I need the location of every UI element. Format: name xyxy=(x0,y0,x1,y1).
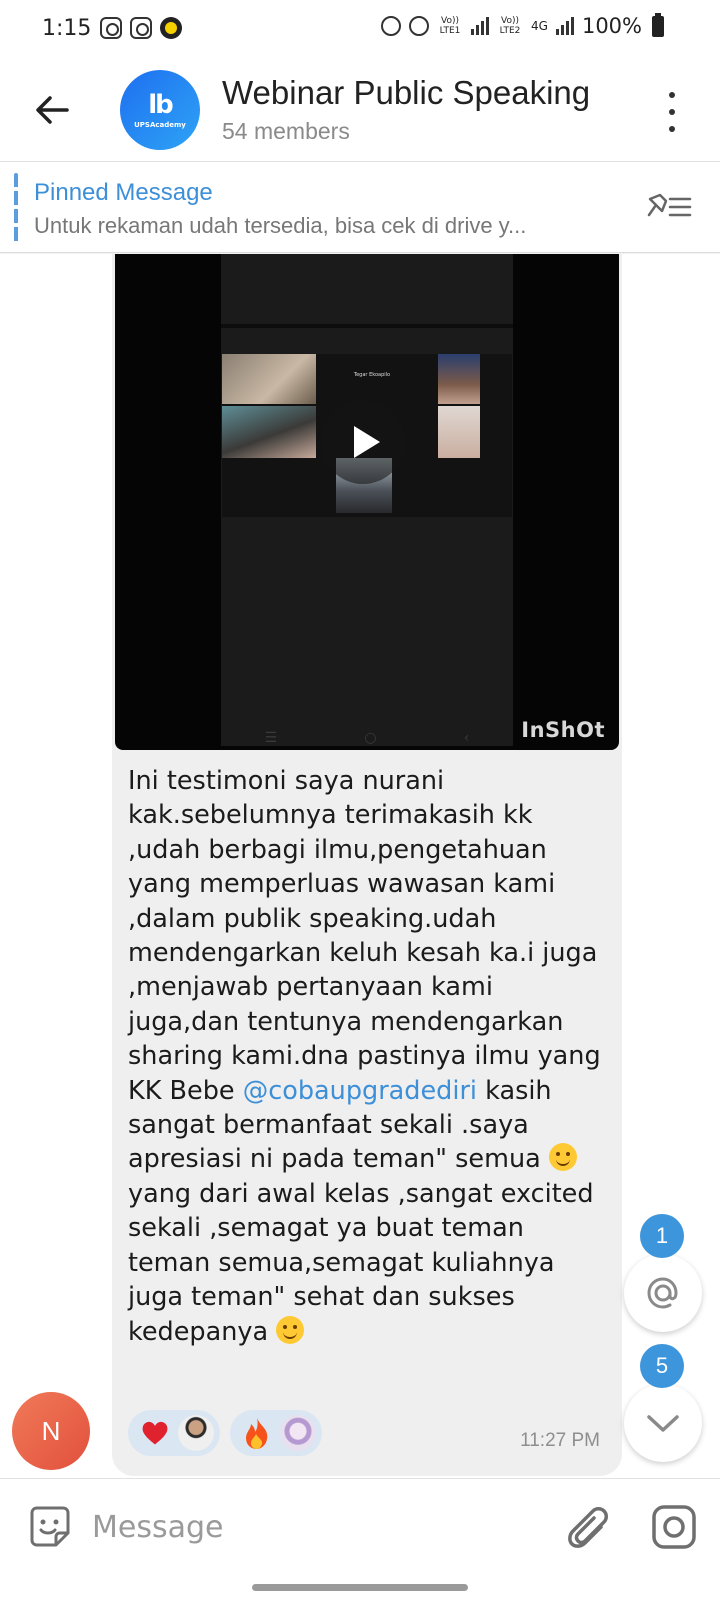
menu-icon: ☰ xyxy=(264,730,278,746)
mentions-button[interactable] xyxy=(624,1254,702,1332)
participant-tile xyxy=(222,406,316,458)
more-options-button[interactable] xyxy=(662,92,682,132)
message-composer xyxy=(0,1478,720,1578)
reactor-avatar xyxy=(280,1415,316,1451)
back-button[interactable] xyxy=(30,88,74,132)
message-text-part1: Ini testimoni saya nurani kak.sebelumnya… xyxy=(128,766,601,1106)
group-title[interactable]: Webinar Public Speaking xyxy=(222,74,590,112)
network-type-label: 4G xyxy=(531,19,548,33)
arrow-left-icon xyxy=(36,96,69,124)
app-notification-icon xyxy=(160,17,182,39)
heart-icon xyxy=(142,1421,168,1445)
message-input[interactable] xyxy=(92,1501,532,1553)
pinned-title: Pinned Message xyxy=(34,179,213,206)
group-avatar-brand: UPSAcademy xyxy=(134,121,186,129)
reactions-row xyxy=(128,1410,322,1456)
home-icon: ○ xyxy=(364,730,377,746)
back-nav-icon: ‹ xyxy=(463,730,470,746)
pinned-text: Untuk rekaman udah tersedia, bisa cek di… xyxy=(34,213,527,238)
paperclip-icon[interactable] xyxy=(562,1501,612,1553)
smiling-face-emoji-icon xyxy=(276,1315,305,1344)
smiling-face-emoji-icon xyxy=(548,1143,577,1172)
sim1-label: Vo)) LTE1 xyxy=(439,16,461,36)
home-indicator[interactable] xyxy=(252,1584,468,1591)
signal-2-icon xyxy=(555,17,574,35)
at-sign-icon xyxy=(647,1277,678,1309)
telegram-chat-screen: 1:15 Vo)) LTE1 Vo)) LTE2 4G 100% lb UPSA… xyxy=(0,0,720,1600)
sticker-icon[interactable] xyxy=(26,1503,74,1551)
pinned-message-bar[interactable]: Pinned Message Untuk rekaman udah tersed… xyxy=(0,163,720,253)
notification-icons xyxy=(100,17,182,39)
fire-icon xyxy=(246,1418,268,1449)
reactor-avatar xyxy=(178,1415,214,1451)
message-text-part3: yang dari awal kelas ,sangat excited sek… xyxy=(128,1178,594,1347)
video-nav-glyphs: ☰ ○ ‹ xyxy=(221,730,513,746)
sender-avatar[interactable]: N xyxy=(12,1392,90,1470)
reaction-fire[interactable] xyxy=(230,1410,322,1456)
chat-header: lb UPSAcademy Webinar Public Speaking 54… xyxy=(0,60,720,162)
group-logo: lb xyxy=(148,90,173,120)
mention-link[interactable]: @cobaupgradediri xyxy=(243,1076,477,1106)
participant-tile xyxy=(222,354,316,404)
alarm-icon xyxy=(409,16,430,36)
battery-percent: 100% xyxy=(581,14,642,38)
chevron-down-icon xyxy=(647,1415,679,1432)
camera-icon[interactable] xyxy=(650,1503,698,1551)
dot xyxy=(669,109,675,115)
data-saver-icon xyxy=(381,16,402,36)
pinned-list-icon[interactable] xyxy=(646,191,694,223)
unread-count-badge: 5 xyxy=(640,1344,684,1388)
message-time: 11:27 PM xyxy=(520,1430,600,1451)
participant-tile xyxy=(438,354,480,404)
video-watermark: InShOt xyxy=(521,718,605,742)
dot xyxy=(669,126,675,132)
chat-area[interactable]: Tegar Ekoapilo ☰ ○ ‹ InShOt Ini testimoni … xyxy=(0,254,720,1478)
video-thumbnail[interactable]: Tegar Ekoapilo ☰ ○ ‹ InShOt xyxy=(115,254,619,750)
reaction-heart[interactable] xyxy=(128,1410,220,1456)
member-count: 54 members xyxy=(222,118,350,144)
system-nav-bar xyxy=(0,1578,720,1600)
scroll-down-button[interactable] xyxy=(624,1384,702,1462)
dot xyxy=(669,92,675,98)
participant-label: Tegar Ekoapilo xyxy=(353,372,391,378)
instagram-icon xyxy=(100,17,122,39)
participant-tile xyxy=(438,406,480,458)
pinned-indicator xyxy=(14,173,18,243)
message-bubble[interactable]: Tegar Ekoapilo ☰ ○ ‹ InShOt Ini testimoni … xyxy=(112,254,622,1476)
mentions-count-badge: 1 xyxy=(640,1214,684,1258)
signal-1-icon xyxy=(471,17,490,35)
instagram-icon-2 xyxy=(130,17,152,39)
message-text: Ini testimoni saya nurani kak.sebelumnya… xyxy=(128,764,608,1349)
system-status-icons: Vo)) LTE1 Vo)) LTE2 4G 100% xyxy=(381,12,664,38)
status-bar: 1:15 Vo)) LTE1 Vo)) LTE2 4G 100% xyxy=(0,0,720,60)
sim2-label: Vo)) LTE2 xyxy=(499,16,521,36)
status-time: 1:15 xyxy=(42,16,92,41)
play-icon[interactable] xyxy=(321,400,405,484)
video-band xyxy=(221,324,513,328)
group-avatar[interactable]: lb UPSAcademy xyxy=(120,70,200,150)
battery-icon xyxy=(652,12,664,37)
